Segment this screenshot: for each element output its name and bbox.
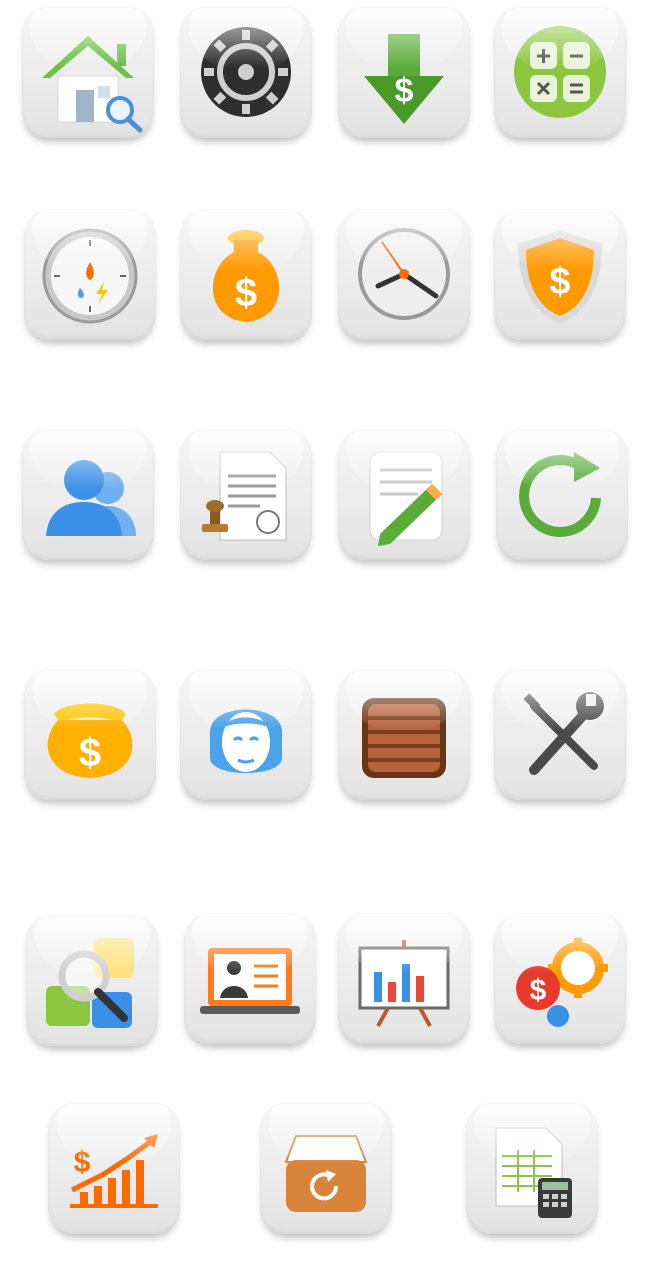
spreadsheet-calculator-tile[interactable] [466,1102,598,1234]
archive-refresh-tile[interactable] [260,1102,392,1234]
laptop-profile-tile[interactable] [184,912,316,1044]
stamped-document-tile[interactable] [180,428,312,560]
calculator-tile[interactable] [494,6,626,138]
calculator-icon [514,26,606,118]
finance-gears-tile[interactable]: $ [494,912,626,1044]
laptop-profile-icon [200,948,300,1014]
growth-chart-tile[interactable]: $ [48,1102,180,1234]
wooden-crate-tile[interactable] [338,668,470,800]
clock-icon [358,228,450,320]
svg-text:$: $ [235,271,257,315]
settings-gear-tile[interactable] [180,6,312,138]
gold-coin-bag-tile[interactable]: $ [24,668,156,800]
finance-gears-icon: $ [516,938,608,1027]
svg-text:$: $ [79,731,101,775]
dollar-shield-tile[interactable]: $ [494,208,626,340]
dollar-shield-icon: $ [518,230,602,324]
users-tile[interactable] [22,428,154,560]
presentation-chart-tile[interactable] [338,912,470,1044]
tools-icon [523,692,604,775]
gauge-icon [42,228,138,324]
money-bag-tile[interactable]: $ [180,208,312,340]
gauge-tile[interactable] [24,208,156,340]
stamped-document-icon [202,451,287,541]
clock-tile[interactable] [338,208,470,340]
growth-chart-icon: $ [70,1134,158,1208]
archive-refresh-icon [284,1135,368,1212]
download-dollar-icon: $ [364,34,444,124]
home-search-tile[interactable] [22,6,154,138]
magnifier-tiles-icon [46,938,134,1028]
refresh-tile[interactable] [496,428,628,560]
spreadsheet-calculator-icon [495,1127,572,1218]
svg-text:$: $ [549,261,570,303]
svg-text:$: $ [530,974,547,1007]
tools-tile[interactable] [494,668,626,800]
gold-coin-bag-icon: $ [47,703,133,778]
edit-note-tile[interactable] [338,428,470,560]
svg-text:$: $ [395,72,414,110]
support-agent-icon [210,709,282,773]
presentation-chart-icon [358,940,450,1027]
refresh-icon [519,452,601,537]
support-agent-tile[interactable] [180,668,312,800]
download-dollar-tile[interactable]: $ [338,6,470,138]
money-bag-icon: $ [212,230,280,322]
settings-gear-icon [201,27,291,117]
users-icon [46,460,136,536]
svg-text:$: $ [74,1146,91,1179]
wooden-crate-icon [362,698,446,778]
edit-note-icon [369,451,443,546]
magnifier-tiles-tile[interactable] [26,914,158,1046]
home-search-icon [42,36,143,133]
